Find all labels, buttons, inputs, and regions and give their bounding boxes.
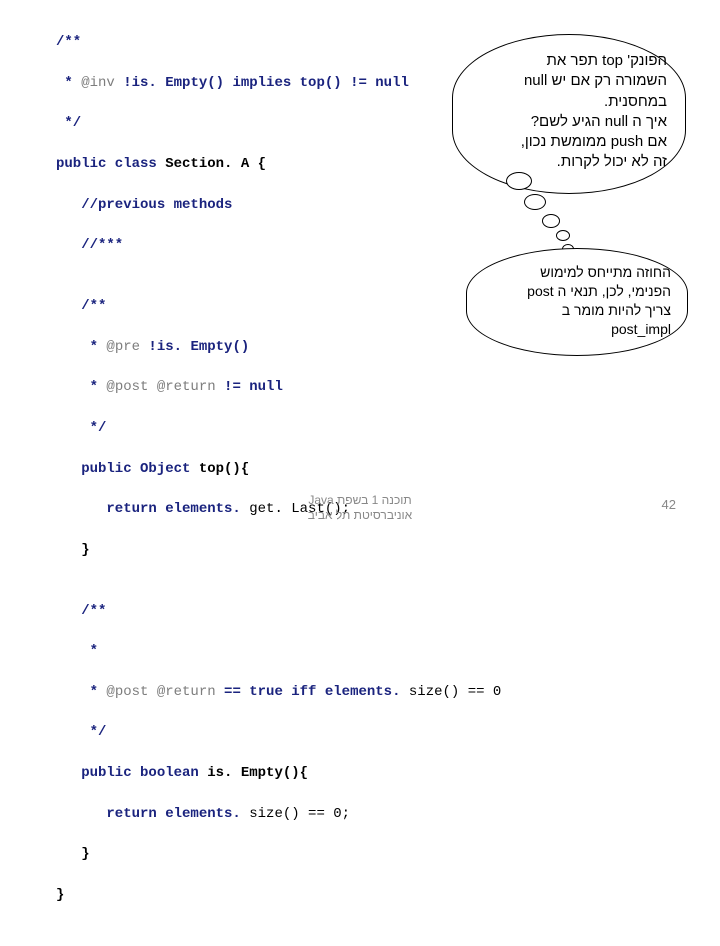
code-text: * <box>56 75 81 91</box>
thought-bubble-top: הפונק' top תפר את השמורה רק אם יש null ב… <box>452 34 686 194</box>
thought-line: השמורה רק אם יש null <box>467 71 667 91</box>
code-text: public Object <box>56 461 199 477</box>
code-text: */ <box>56 115 81 131</box>
code-text: elements. <box>325 684 401 700</box>
code-text: //previous methods <box>56 197 232 213</box>
thought-line: במחסנית. <box>467 92 667 112</box>
footer-center: תוכנה 1 בשפת Java אוניברסיטת תל אביב <box>308 493 412 524</box>
thought-line: post_impl <box>481 320 671 339</box>
code-text: !is. Empty() implies top() != null <box>115 75 409 91</box>
code-text: } <box>56 846 90 862</box>
code-text: */ <box>56 724 106 740</box>
code-text: * <box>56 379 106 395</box>
thought-dot-icon <box>542 214 560 228</box>
page-number: 42 <box>662 497 676 512</box>
code-text: * <box>56 339 106 355</box>
code-text: return elements. <box>56 806 241 822</box>
code-text: size() == 0 <box>400 684 501 700</box>
thought-dot-icon <box>506 172 532 190</box>
code-text: */ <box>56 420 106 436</box>
code-text: } <box>56 542 90 558</box>
code-text: @post @return <box>106 684 215 700</box>
footer-line: אוניברסיטת תל אביב <box>308 508 412 524</box>
thought-line: איך ה null הגיע לשם? <box>467 112 667 132</box>
code-text: !is. Empty() <box>140 339 249 355</box>
code-block: /** * @inv !is. Empty() implies top() !=… <box>56 12 501 946</box>
thought-line: צריך להיות מומר ב <box>481 301 671 320</box>
code-text: == true iff <box>216 684 325 700</box>
code-text: /** <box>56 298 106 314</box>
thought-bubble-bottom: החוזה מתייחס למימוש הפנימי, לכן, תנאי ה … <box>466 248 688 356</box>
code-text: /** <box>56 34 81 50</box>
code-text: Section. A { <box>165 156 266 172</box>
thought-line: הפונק' top תפר את <box>467 51 667 71</box>
footer-line: תוכנה 1 בשפת Java <box>308 493 412 509</box>
thought-dot-icon <box>524 194 546 210</box>
code-text: is. Empty(){ <box>207 765 308 781</box>
code-text: public boolean <box>56 765 207 781</box>
thought-line: הפנימי, לכן, תנאי ה post <box>481 282 671 301</box>
code-text: @inv <box>81 75 115 91</box>
thought-line: זה לא יכול לקרות. <box>467 152 667 172</box>
thought-dot-icon <box>556 230 570 241</box>
code-text: } <box>56 887 64 903</box>
code-text: top(){ <box>199 461 249 477</box>
code-text: public class <box>56 156 165 172</box>
slide: /** * @inv !is. Empty() implies top() !=… <box>0 0 720 540</box>
code-text: //*** <box>56 237 123 253</box>
code-text: @post @return <box>106 379 215 395</box>
code-text: size() == 0; <box>241 806 350 822</box>
code-text: @pre <box>106 339 140 355</box>
code-text: * <box>56 643 98 659</box>
code-text: * <box>56 684 106 700</box>
code-text: != null <box>216 379 283 395</box>
thought-line: החוזה מתייחס למימוש <box>481 263 671 282</box>
thought-line: אם push ממומשת נכון, <box>467 132 667 152</box>
code-text: /** <box>56 603 106 619</box>
code-text: return elements. <box>56 501 241 517</box>
